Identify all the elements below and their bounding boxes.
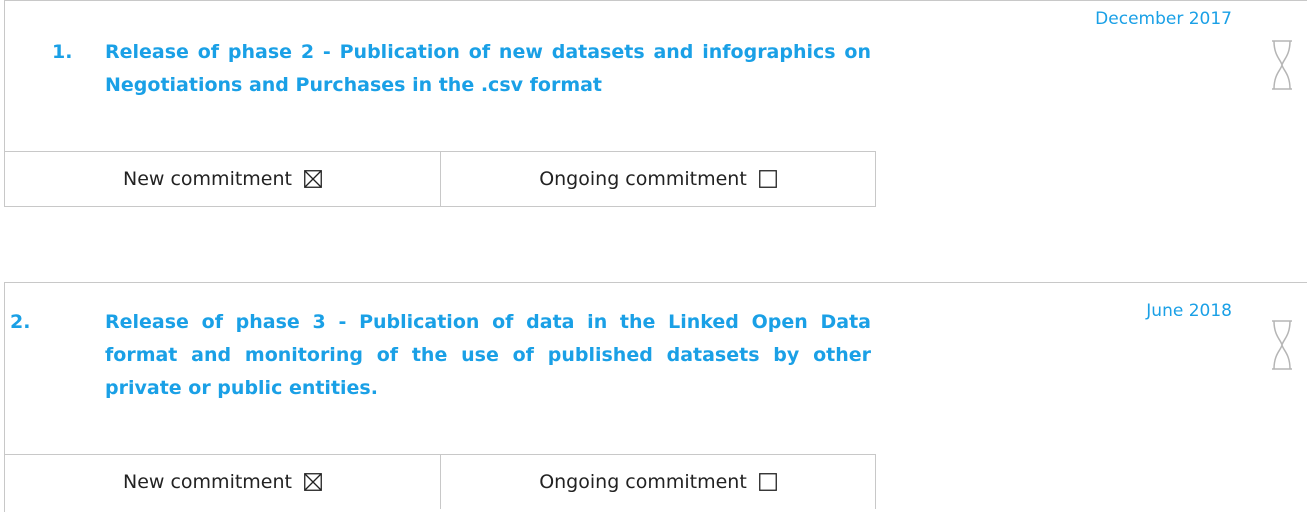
- checkbox-empty-icon[interactable]: [758, 170, 777, 188]
- commitment-date: June 2018: [1146, 301, 1232, 321]
- new-commitment-cell: New commitment: [5, 455, 441, 509]
- ongoing-commitment-label: Ongoing commitment: [539, 168, 747, 190]
- new-commitment-label: New commitment: [123, 168, 292, 190]
- new-commitment-label: New commitment: [123, 471, 292, 493]
- new-commitment-cell: New commitment: [5, 152, 441, 206]
- ongoing-commitment-cell: Ongoing commitment: [441, 455, 876, 509]
- commitment-title: Release of phase 3 - Publication of data…: [105, 311, 871, 399]
- commitment-number: 1.: [52, 41, 73, 63]
- ongoing-commitment-label: Ongoing commitment: [539, 471, 747, 493]
- checkbox-empty-icon[interactable]: [758, 473, 777, 491]
- checkbox-checked-icon[interactable]: [304, 473, 322, 491]
- commitment-type-table: New commitment Ongoing commitment: [4, 151, 876, 207]
- hourglass-icon: [1272, 40, 1292, 90]
- checkbox-checked-icon[interactable]: [304, 170, 322, 188]
- ongoing-commitment-cell: Ongoing commitment: [441, 152, 876, 206]
- commitment-date: December 2017: [1095, 9, 1232, 29]
- commitment-number: 2.: [10, 311, 31, 333]
- commitment-title: Release of phase 2 - Publication of new …: [105, 41, 871, 96]
- commitment-type-table: New commitment Ongoing commitment: [4, 454, 876, 512]
- hourglass-icon: [1272, 320, 1292, 370]
